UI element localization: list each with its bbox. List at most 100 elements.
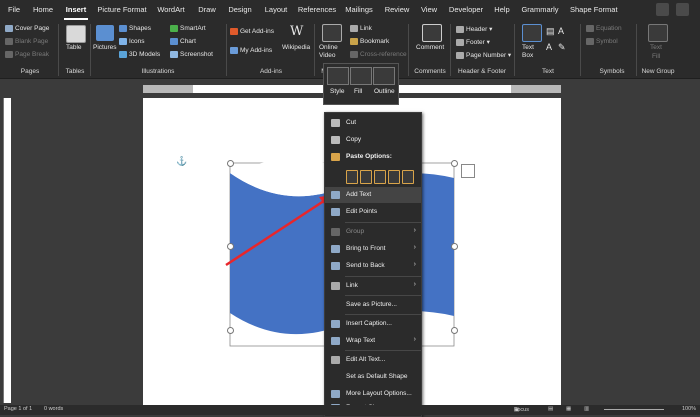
outline-icon[interactable] (373, 67, 395, 85)
resize-handle-top-right[interactable] (451, 160, 458, 167)
screenshot-button[interactable]: Screenshot (170, 51, 213, 58)
tab-insert[interactable]: Insert (64, 0, 88, 20)
text-box-icon[interactable] (522, 24, 542, 42)
blank-page-button[interactable]: Blank Page (5, 38, 48, 45)
outline-button[interactable]: Outline (374, 88, 395, 95)
cover-page-button[interactable]: Cover Page (5, 25, 49, 32)
text-fill-icon[interactable] (648, 24, 668, 42)
fill-icon[interactable] (350, 67, 372, 85)
chart-button[interactable]: Chart (170, 38, 196, 45)
smartart-button[interactable]: SmartArt (170, 25, 206, 32)
signature-line-icon[interactable]: ✎ (558, 42, 566, 53)
menu-item-send-to-back[interactable]: Send to Back › (325, 258, 421, 274)
cross-reference-button[interactable]: Cross-reference (350, 51, 407, 58)
zoom-level[interactable]: 100% (682, 406, 696, 412)
menu-item-insert-caption[interactable]: Insert Caption... (325, 316, 421, 332)
tab-design[interactable]: Design (226, 0, 254, 20)
tab-home[interactable]: Home (31, 0, 55, 20)
fill-button[interactable]: Fill (652, 53, 660, 60)
web-layout-icon[interactable]: ▥ (584, 406, 589, 412)
menu-item-add-text[interactable]: Add Text (325, 187, 421, 203)
tab-draw[interactable]: Draw (196, 0, 218, 20)
wikipedia-icon[interactable]: W (290, 24, 303, 39)
table-icon[interactable] (66, 25, 86, 43)
menu-item-edit-points[interactable]: Edit Points (325, 204, 421, 220)
page-count[interactable]: Page 1 of 1 (4, 406, 32, 412)
share-icon[interactable] (656, 3, 669, 16)
pictures-button[interactable]: Pictures (93, 44, 116, 51)
symbol-button[interactable]: Symbol (586, 38, 618, 45)
read-mode-icon[interactable]: ▤ (548, 406, 553, 412)
link-button[interactable]: Link (350, 25, 372, 32)
paste-text-only-icon[interactable] (388, 170, 400, 184)
my-addins-button[interactable]: My Add-ins (230, 47, 272, 54)
omega-icon (586, 38, 594, 45)
page-number-button[interactable]: Page Number ▾ (456, 51, 511, 59)
wikipedia-button[interactable]: Wikipedia (282, 44, 310, 51)
wordart-icon[interactable]: A (558, 26, 564, 36)
tab-file[interactable]: File (4, 0, 24, 20)
quick-parts-icon[interactable]: ▤ (546, 26, 555, 37)
layout-options-icon[interactable] (461, 164, 475, 178)
comment-icon[interactable] (422, 24, 442, 42)
vertical-ruler[interactable] (3, 98, 11, 403)
pictures-icon[interactable] (96, 25, 114, 41)
tab-shape-format[interactable]: Shape Format (570, 0, 618, 20)
tab-review[interactable]: Review (384, 0, 410, 20)
print-layout-icon[interactable]: ▦ (566, 406, 571, 412)
store-icon (230, 28, 238, 35)
paste-merge-icon[interactable] (360, 170, 372, 184)
tab-developer[interactable]: Developer (447, 0, 485, 20)
menu-item-edit-alt-text[interactable]: Edit Alt Text... (325, 352, 421, 368)
paste-picture-icon[interactable] (374, 170, 386, 184)
menu-item-bring-to-front[interactable]: Bring to Front › (325, 241, 421, 257)
menu-item-link[interactable]: Link › (325, 278, 421, 294)
menu-item-save-as-picture[interactable]: Save as Picture... (325, 297, 421, 313)
tab-references[interactable]: References (297, 0, 337, 20)
tab-layout[interactable]: Layout (262, 0, 290, 20)
online-video-button[interactable]: Online Video (319, 44, 343, 60)
page-break-button[interactable]: Page Break (5, 51, 49, 58)
tab-grammarly[interactable]: Grammarly (521, 0, 559, 20)
tab-help[interactable]: Help (492, 0, 512, 20)
table-button[interactable]: Table (66, 44, 82, 51)
resize-handle-middle-left[interactable] (227, 243, 234, 250)
text-box-button[interactable]: Text Box (522, 44, 540, 60)
group-label-tables: Tables (65, 68, 85, 75)
tab-wordart[interactable]: WordArt (156, 0, 186, 20)
tab-picture-format[interactable]: Picture Format (97, 0, 147, 20)
word-count[interactable]: 0 words (44, 406, 63, 412)
tab-mailings[interactable]: Mailings (344, 0, 374, 20)
menu-item-set-default-shape[interactable]: Set as Default Shape (325, 369, 421, 385)
shapes-button[interactable]: Shapes (119, 25, 151, 32)
comments-icon[interactable] (676, 3, 689, 16)
menu-item-group[interactable]: Group › (325, 224, 421, 240)
fill-button[interactable]: Fill (354, 88, 362, 95)
online-video-icon[interactable] (322, 24, 342, 42)
paste-keep-source-icon[interactable] (346, 170, 358, 184)
group-label-text: Text (542, 68, 554, 75)
comment-button[interactable]: Comment (416, 44, 444, 51)
bookmark-button[interactable]: Bookmark (350, 38, 389, 45)
style-icon[interactable] (327, 67, 349, 85)
zoom-slider[interactable] (604, 409, 664, 410)
resize-handle-bottom-left[interactable] (227, 327, 234, 334)
resize-handle-bottom-right[interactable] (451, 327, 458, 334)
style-button[interactable]: Style (330, 88, 344, 95)
footer-button[interactable]: Footer ▾ (456, 38, 490, 46)
equation-button[interactable]: Equation (586, 25, 622, 32)
menu-item-cut[interactable]: Cut (325, 115, 421, 131)
icons-button[interactable]: Icons (119, 38, 145, 45)
resize-handle-top-left[interactable] (227, 160, 234, 167)
menu-item-wrap-text[interactable]: Wrap Text › (325, 333, 421, 349)
resize-handle-middle-right[interactable] (451, 243, 458, 250)
paste-special-icon[interactable] (402, 170, 414, 184)
anchor-icon[interactable]: ⚓ (176, 156, 187, 167)
text-button[interactable]: Text (650, 44, 662, 51)
tab-view[interactable]: View (418, 0, 440, 20)
menu-item-copy[interactable]: Copy (325, 132, 421, 148)
header-button[interactable]: Header ▾ (456, 25, 492, 33)
3d-models-button[interactable]: 3D Models (119, 51, 160, 58)
drop-cap-icon[interactable]: A (546, 42, 552, 52)
get-addins-button[interactable]: Get Add-ins (230, 28, 274, 35)
